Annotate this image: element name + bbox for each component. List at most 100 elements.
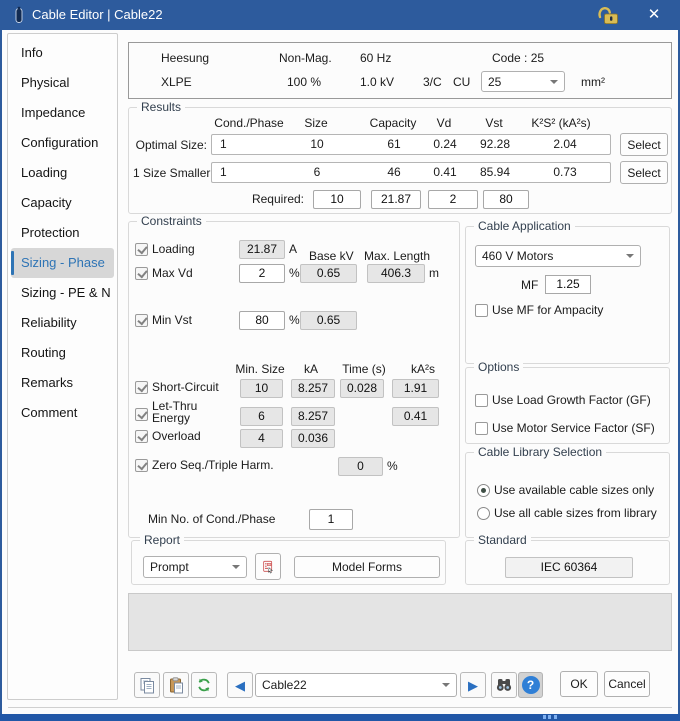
- background-artifact: [548, 715, 551, 719]
- options-group: Options Use Load Growth Factor (GF) Use …: [465, 367, 670, 444]
- min-vst-input[interactable]: 80: [239, 311, 285, 330]
- background-artifact: [543, 715, 546, 719]
- loading-unit: A: [289, 242, 297, 256]
- loading-checkbox[interactable]: [135, 243, 148, 256]
- ol-min-size-field: 4: [240, 429, 283, 448]
- sidebar-item-info[interactable]: Info: [8, 38, 117, 68]
- unlocked-padlock-icon[interactable]: [596, 5, 620, 25]
- max-vd-base-kv-field: 0.65: [300, 264, 357, 283]
- available-sizes-radio[interactable]: [477, 484, 490, 497]
- model-forms-button[interactable]: Model Forms: [294, 556, 440, 578]
- help-button[interactable]: ?: [518, 672, 543, 698]
- col-header-min-size: Min. Size: [235, 362, 284, 376]
- cable-spec-panel: Heesung Non-Mag. 60 Hz Code : 25 XLPE 10…: [128, 42, 672, 99]
- cable-application-group: Cable Application 460 V Motors MF 1.25 U…: [465, 226, 670, 364]
- paste-button[interactable]: [163, 672, 189, 698]
- required-amp-field: 21.87: [371, 190, 421, 209]
- status-panel: [128, 593, 672, 651]
- per-phase-label: 3/C: [423, 75, 442, 89]
- copy-icon: [139, 677, 155, 694]
- required-vst-field: 80: [483, 190, 529, 209]
- mf-input[interactable]: 1.25: [545, 275, 591, 294]
- max-vd-unit: %: [289, 266, 300, 280]
- sc-time-field: 0.028: [340, 379, 384, 398]
- sidebar-item-remarks[interactable]: Remarks: [8, 368, 117, 398]
- max-vd-input[interactable]: 2: [239, 264, 285, 283]
- chevron-down-icon: [550, 80, 558, 84]
- close-icon[interactable]: ✕: [642, 5, 666, 23]
- chevron-down-icon: [442, 683, 450, 687]
- smaller-capacity: 46: [387, 165, 400, 179]
- all-sizes-label: Use all cable sizes from library: [494, 506, 657, 520]
- sidebar-item-routing[interactable]: Routing: [8, 338, 117, 368]
- sidebar-item-impedance[interactable]: Impedance: [8, 98, 117, 128]
- sidebar-item-reliability[interactable]: Reliability: [8, 308, 117, 338]
- window-border-bottom: [0, 714, 680, 721]
- help-icon: ?: [522, 676, 540, 694]
- insulation-label: XLPE: [161, 75, 192, 89]
- min-cond-input[interactable]: 1: [309, 509, 353, 530]
- sidebar-item-physical[interactable]: Physical: [8, 68, 117, 98]
- max-length-header: Max. Length: [364, 249, 430, 263]
- report-mode-dropdown[interactable]: Prompt: [143, 556, 247, 578]
- max-vd-checkbox[interactable]: [135, 267, 148, 280]
- sidebar-item-sizing-pe-n[interactable]: Sizing - PE & N: [8, 278, 117, 308]
- constraints-group: Constraints Loading 21.87 A Base kV Max.…: [128, 221, 460, 538]
- short-circuit-checkbox[interactable]: [135, 381, 148, 394]
- zero-seq-checkbox[interactable]: [135, 459, 148, 472]
- prev-arrow-icon: ◀: [235, 679, 245, 692]
- voltage-label: 1.0 kV: [360, 75, 394, 89]
- frequency-label: 60 Hz: [360, 51, 391, 65]
- paste-icon: [168, 677, 184, 694]
- overload-label: Overload: [152, 429, 201, 443]
- short-circuit-label: Short-Circuit: [152, 380, 219, 394]
- overload-checkbox[interactable]: [135, 430, 148, 443]
- size-smaller-row: 1 6 46 0.41 85.94 0.73: [211, 162, 611, 183]
- print-report-button[interactable]: [255, 553, 281, 580]
- all-sizes-radio[interactable]: [477, 507, 490, 520]
- next-device-button[interactable]: ▶: [460, 672, 486, 698]
- let-thru-checkbox[interactable]: [135, 408, 148, 421]
- sidebar-item-configuration[interactable]: Configuration: [8, 128, 117, 158]
- optimal-size-row: 1 10 61 0.24 92.28 2.04: [211, 134, 611, 155]
- sidebar-item-protection[interactable]: Protection: [8, 218, 117, 248]
- motor-service-checkbox[interactable]: [475, 422, 488, 435]
- next-arrow-icon: ▶: [468, 679, 478, 692]
- select-smaller-button[interactable]: Select: [620, 161, 668, 184]
- load-growth-checkbox[interactable]: [475, 394, 488, 407]
- conductor-label: CU: [453, 75, 470, 89]
- standard-group: Standard IEC 60364: [465, 540, 670, 585]
- chevron-down-icon: [232, 565, 240, 569]
- find-button[interactable]: [491, 672, 517, 698]
- ok-button[interactable]: OK: [560, 671, 598, 697]
- required-label: Required:: [248, 192, 304, 206]
- min-vst-label: Min Vst: [152, 313, 192, 327]
- lt-min-size-field: 6: [240, 407, 283, 426]
- zero-seq-label: Zero Seq./Triple Harm.: [152, 458, 274, 472]
- cancel-button[interactable]: Cancel: [604, 671, 650, 697]
- max-length-field: 406.3: [367, 264, 425, 283]
- device-navigator-dropdown[interactable]: Cable22: [255, 673, 457, 697]
- sidebar-item-capacity[interactable]: Capacity: [8, 188, 117, 218]
- optimal-cond: 1: [220, 137, 227, 151]
- copy-button[interactable]: [134, 672, 160, 698]
- available-sizes-label: Use available cable sizes only: [494, 483, 654, 497]
- use-mf-checkbox[interactable]: [475, 304, 488, 317]
- sidebar-item-loading[interactable]: Loading: [8, 158, 117, 188]
- min-vst-base-kv-field: 0.65: [300, 311, 357, 330]
- prev-device-button[interactable]: ◀: [227, 672, 253, 698]
- refresh-button[interactable]: [191, 672, 217, 698]
- cable-size-dropdown[interactable]: 25: [481, 71, 565, 92]
- sidebar-item-comment[interactable]: Comment: [8, 398, 117, 428]
- col-header-ka2s: kA²s: [411, 362, 435, 376]
- chevron-down-icon: [626, 254, 634, 258]
- ol-ka-field: 0.036: [291, 429, 335, 448]
- min-vst-checkbox[interactable]: [135, 314, 148, 327]
- zero-seq-field: 0: [338, 457, 383, 476]
- select-optimal-button[interactable]: Select: [620, 133, 668, 156]
- smaller-k2s2: 0.73: [553, 165, 576, 179]
- sidebar-item-sizing-phase[interactable]: Sizing - Phase: [11, 248, 114, 278]
- optimal-capacity: 61: [387, 137, 400, 151]
- max-length-unit: m: [429, 266, 439, 280]
- application-dropdown[interactable]: 460 V Motors: [475, 245, 641, 267]
